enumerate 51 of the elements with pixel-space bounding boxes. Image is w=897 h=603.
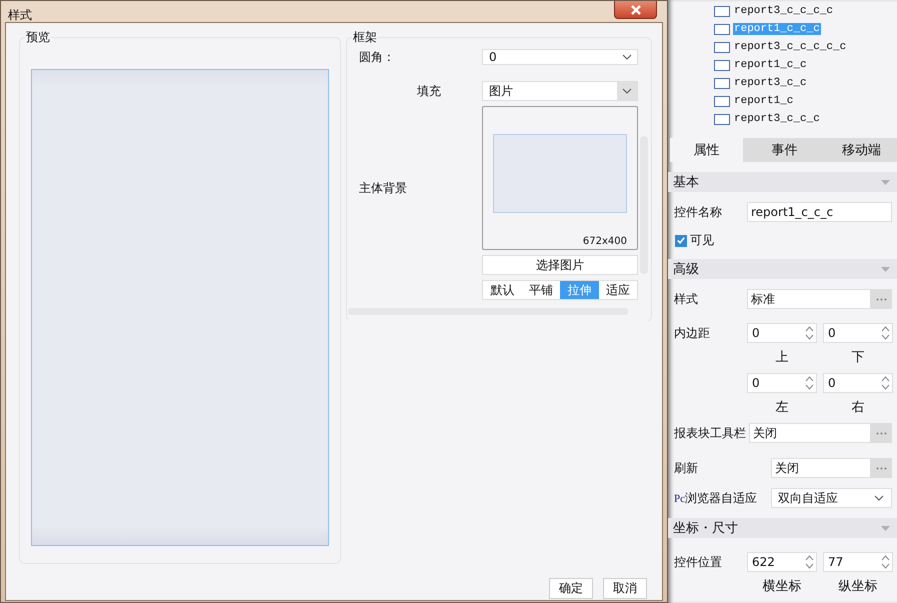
section-title: 坐标・尺寸 xyxy=(673,520,738,537)
choose-image-button[interactable]: 选择图片 xyxy=(482,255,638,275)
adapt-select[interactable]: 双向自适应 xyxy=(771,488,892,508)
field-label: Pc浏览器自适应 xyxy=(674,490,758,506)
spin-field[interactable]: 77 xyxy=(823,552,893,572)
fill-select[interactable]: 图片 xyxy=(482,81,638,101)
checkbox-label: 可见 xyxy=(690,232,714,249)
field-label: 内边距 xyxy=(674,325,711,342)
section-header[interactable]: 基本 xyxy=(668,172,897,192)
spin-field[interactable]: 622 xyxy=(747,552,817,572)
field-label: 主体背景 xyxy=(359,180,407,197)
tree-item[interactable]: report3_c_c_c_c_c xyxy=(733,41,848,53)
field-label: 控件名称 xyxy=(674,204,723,220)
field-label: 填充 xyxy=(417,82,441,100)
tree-item[interactable]: report1_c_c xyxy=(733,59,808,71)
section-header[interactable]: 坐标・尺寸 xyxy=(668,518,897,538)
field-caption: 下 xyxy=(852,349,864,367)
field-label: 圆角 : xyxy=(359,50,391,64)
section-title: 高级 xyxy=(673,261,699,278)
tree-item[interactable]: report3_c_c_c_c xyxy=(733,5,834,17)
dialog-button[interactable]: 取消 xyxy=(603,578,647,599)
refresh-input[interactable]: 关闭 xyxy=(771,458,871,478)
field-label: 刷新 xyxy=(674,460,699,476)
section-title: 基本 xyxy=(673,174,699,191)
section-header[interactable]: 高级 xyxy=(668,259,897,279)
image-size: 672x400 xyxy=(582,236,627,247)
name-input[interactable]: report1_c_c_c xyxy=(747,202,892,222)
field-caption: 左 xyxy=(776,399,788,417)
panel-tab[interactable]: 事件 xyxy=(743,138,826,162)
dialog-button[interactable]: 确定 xyxy=(549,578,593,599)
field-label: 报表块工具栏 xyxy=(674,424,747,442)
window-title: 样式 xyxy=(8,7,32,24)
spin-field[interactable]: 0 xyxy=(823,323,893,343)
field-label: 控件位置 xyxy=(674,554,723,571)
style-input[interactable]: 标准 xyxy=(747,289,871,309)
field-caption: 右 xyxy=(852,399,864,417)
field-label: 样式 xyxy=(674,290,699,308)
group-label: 预览 xyxy=(25,30,51,44)
tree-item[interactable]: report3_c_c xyxy=(733,77,808,89)
field-caption: 横坐标 xyxy=(762,578,802,596)
tree-item[interactable]: report3_c_c_c xyxy=(733,113,821,125)
corner-select[interactable]: 0 xyxy=(482,49,638,65)
spin-field[interactable]: 0 xyxy=(747,373,817,393)
panel-tab[interactable]: 移动端 xyxy=(826,138,897,162)
toolbar-input[interactable]: 关闭 xyxy=(749,423,871,443)
group-label: 框架 xyxy=(352,30,378,44)
spin-field[interactable]: 0 xyxy=(823,373,893,393)
field-caption: 上 xyxy=(776,349,788,367)
tree-item[interactable]: report1_c xyxy=(733,95,794,107)
field-caption: 纵坐标 xyxy=(838,578,878,596)
spin-field[interactable]: 0 xyxy=(747,323,817,343)
